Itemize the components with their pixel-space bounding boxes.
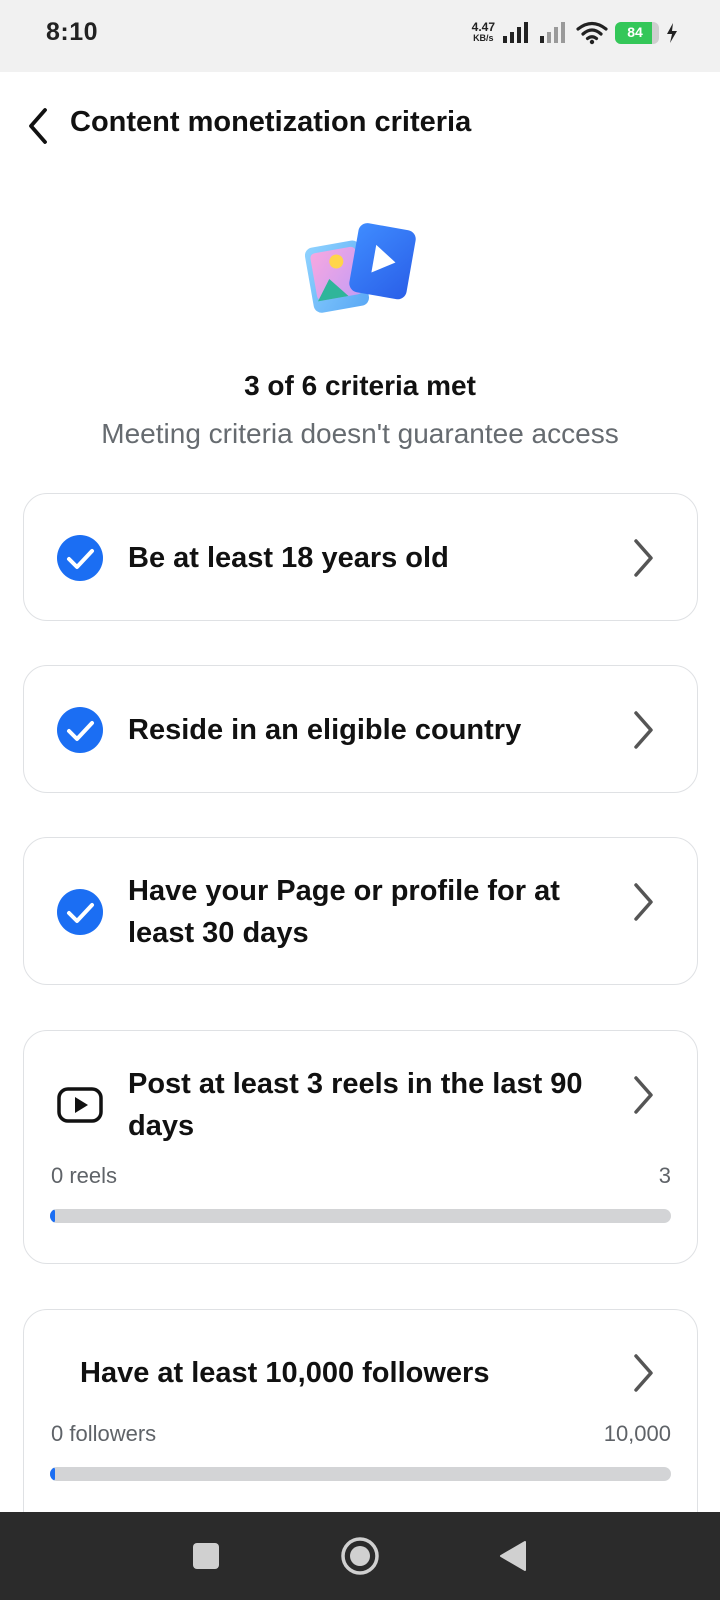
- progress-bar: [50, 1467, 671, 1481]
- charging-icon: [667, 23, 677, 43]
- square-icon: [193, 1543, 219, 1569]
- criteria-card-reels[interactable]: Post at least 3 reels in the last 90 day…: [23, 1030, 698, 1264]
- check-circle-icon: [57, 707, 103, 753]
- battery-indicator: 84: [615, 22, 659, 44]
- criteria-summary: 3 of 6 criteria met: [244, 370, 476, 401]
- home-button[interactable]: [315, 1512, 405, 1600]
- criteria-label: Reside in an eligible country: [128, 714, 522, 746]
- photo-video-icon: [305, 223, 416, 313]
- page-title: Content monetization criteria: [70, 106, 472, 138]
- system-nav-bar: [0, 1512, 720, 1600]
- triangle-back-icon: [500, 1541, 526, 1571]
- network-speed-unit: KB/s: [473, 33, 494, 43]
- chevron-right-icon: [634, 1354, 653, 1392]
- chevron-right-icon: [634, 883, 653, 921]
- criteria-label: Be at least 18 years old: [128, 542, 449, 574]
- criteria-label: Have your Page or profile for at least 3…: [128, 875, 560, 949]
- reels-icon: [57, 1087, 103, 1123]
- chevron-right-icon: [634, 711, 653, 749]
- wifi-icon: [576, 21, 608, 45]
- status-indicators: 4.47 KB/s 84: [472, 18, 678, 48]
- back-button[interactable]: [16, 100, 60, 152]
- signal-icon-secondary: [540, 22, 565, 43]
- chevron-left-icon: [29, 108, 47, 144]
- signal-icon: [503, 22, 528, 43]
- network-speed-value: 4.47: [471, 20, 495, 34]
- progress-current-label: 0 reels: [51, 1163, 118, 1188]
- criteria-card-age[interactable]: Be at least 18 years old: [23, 493, 698, 621]
- chevron-right-icon: [634, 1076, 653, 1114]
- network-speed: 4.47 KB/s: [471, 20, 495, 44]
- progress-target-label: 3: [658, 1163, 671, 1188]
- progress-target-label: 10,000: [603, 1421, 671, 1446]
- check-circle-icon: [57, 535, 103, 581]
- circle-icon: [341, 1537, 379, 1575]
- chevron-right-icon: [634, 539, 653, 577]
- criteria-card-account-age[interactable]: Have your Page or profile for at least 3…: [23, 837, 698, 985]
- progress-current-label: 0 followers: [51, 1421, 157, 1446]
- criteria-disclaimer: Meeting criteria doesn't guarantee acces…: [101, 418, 619, 449]
- system-back-button[interactable]: [468, 1512, 558, 1600]
- check-circle-icon: [57, 889, 103, 935]
- criteria-label: Post at least 3 reels in the last 90 day…: [128, 1068, 583, 1142]
- recents-button[interactable]: [161, 1512, 251, 1600]
- criteria-card-country[interactable]: Reside in an eligible country: [23, 665, 698, 793]
- battery-percent: 84: [627, 24, 643, 40]
- page-header: Content monetization criteria: [0, 72, 720, 182]
- status-time: 8:10: [46, 18, 99, 46]
- progress-fill: [50, 1209, 55, 1223]
- criteria-label: Have at least 10,000 followers: [80, 1357, 490, 1389]
- progress-bar: [50, 1209, 671, 1223]
- status-bar: 8:10 4.47 KB/s 84: [0, 0, 720, 72]
- progress-fill: [50, 1467, 55, 1481]
